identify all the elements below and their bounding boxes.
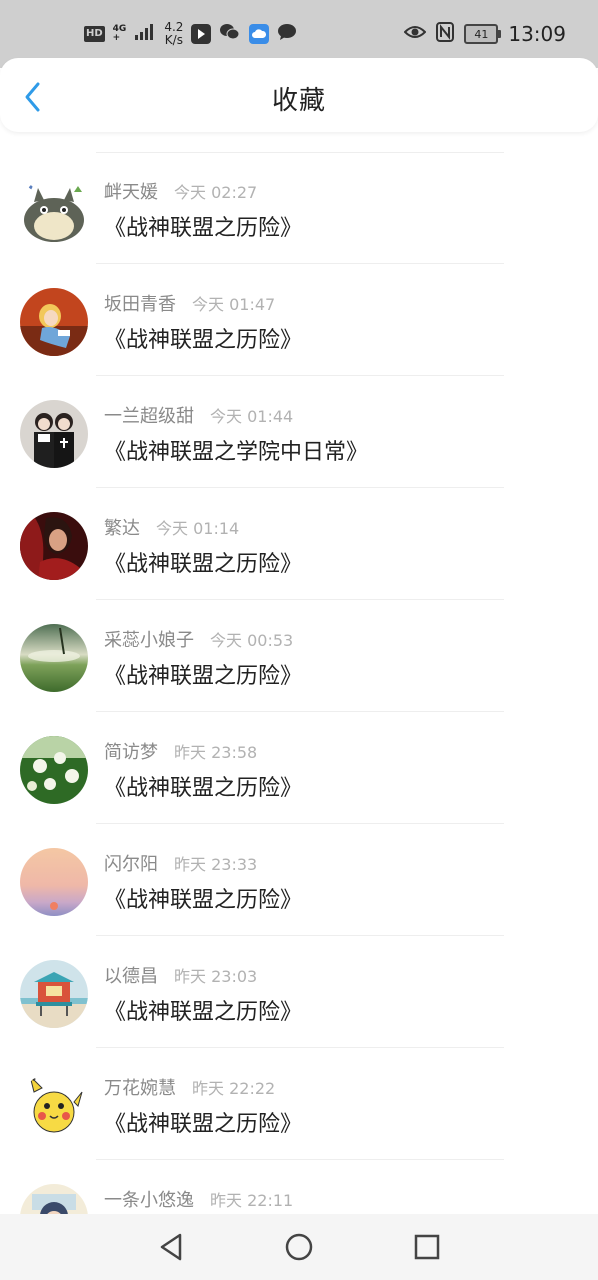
novel-title[interactable]: 《战神联盟之学院中日常》 bbox=[104, 434, 368, 466]
favorite-item[interactable]: 衅天媛 今天 02:27 《战神联盟之历险》 bbox=[0, 152, 598, 264]
timestamp: 今天 01:44 bbox=[210, 407, 294, 426]
battery-icon: 41 bbox=[464, 24, 502, 44]
item-meta: 以德昌 昨天 23:03 bbox=[104, 962, 257, 988]
timestamp: 今天 02:27 bbox=[174, 183, 258, 202]
nav-home-button[interactable] bbox=[283, 1231, 315, 1263]
username[interactable]: 一兰超级甜 bbox=[104, 402, 194, 428]
novel-title[interactable]: 《战神联盟之历险》 bbox=[104, 882, 302, 914]
username[interactable]: 采蕊小娘子 bbox=[104, 626, 194, 652]
status-right: 41 13:09 bbox=[403, 18, 566, 50]
username[interactable]: 一条小悠逸 bbox=[104, 1186, 194, 1212]
flowers-avatar[interactable] bbox=[20, 736, 88, 804]
landscape-avatar[interactable] bbox=[20, 624, 88, 692]
item-meta: 采蕊小娘子 今天 00:53 bbox=[104, 626, 293, 652]
item-meta: 一兰超级甜 今天 01:44 bbox=[104, 402, 293, 428]
sunset-avatar[interactable] bbox=[20, 848, 88, 916]
novel-title[interactable]: 《战神联盟之历险》 bbox=[104, 658, 302, 690]
page-title: 收藏 bbox=[271, 86, 326, 116]
totoro-avatar[interactable] bbox=[20, 176, 88, 244]
clock: 13:09 bbox=[508, 22, 566, 46]
favorite-item[interactable]: 采蕊小娘子 今天 00:53 《战神联盟之历险》 bbox=[0, 600, 598, 712]
novel-title[interactable]: 《战神联盟之历险》 bbox=[104, 210, 302, 242]
home-circle-icon bbox=[285, 1233, 313, 1261]
wechat-icon bbox=[219, 23, 241, 45]
novel-title[interactable]: 《战神联盟之历险》 bbox=[104, 546, 302, 578]
username[interactable]: 闪尔阳 bbox=[104, 850, 158, 876]
favorite-item[interactable]: 简访梦 昨天 23:58 《战神联盟之历险》 bbox=[0, 712, 598, 824]
timestamp: 昨天 23:58 bbox=[174, 743, 258, 762]
item-meta: 闪尔阳 昨天 23:33 bbox=[104, 850, 257, 876]
favorite-item[interactable]: 一条小悠逸 昨天 22:11 bbox=[0, 1160, 598, 1214]
timestamp: 今天 00:53 bbox=[210, 631, 294, 650]
username[interactable]: 衅天媛 bbox=[104, 178, 158, 204]
favorite-item[interactable]: 一兰超级甜 今天 01:44 《战神联盟之学院中日常》 bbox=[0, 376, 598, 488]
item-meta: 衅天媛 今天 02:27 bbox=[104, 178, 257, 204]
favorites-list[interactable]: 衅天媛 今天 02:27 《战神联盟之历险》 坂田青香 今天 01:47 《战神… bbox=[0, 152, 598, 1214]
signal-icon bbox=[134, 23, 156, 45]
system-nav-bar bbox=[0, 1214, 598, 1280]
beach-hut-avatar[interactable] bbox=[20, 960, 88, 1028]
pikachu-avatar[interactable] bbox=[20, 1072, 88, 1140]
item-meta: 一条小悠逸 昨天 22:11 bbox=[104, 1186, 293, 1212]
nfc-icon bbox=[436, 22, 455, 46]
favorite-item[interactable]: 以德昌 昨天 23:03 《战神联盟之历险》 bbox=[0, 936, 598, 1048]
username[interactable]: 坂田青香 bbox=[104, 290, 176, 316]
timestamp: 昨天 22:22 bbox=[192, 1079, 276, 1098]
novel-title[interactable]: 《战神联盟之历险》 bbox=[104, 322, 302, 354]
novel-title[interactable]: 《战神联盟之历险》 bbox=[104, 994, 302, 1026]
item-meta: 繁达 今天 01:14 bbox=[104, 514, 239, 540]
cloud-icon bbox=[249, 24, 270, 44]
alice-avatar[interactable] bbox=[20, 288, 88, 356]
network-speed: 4.2 K/s bbox=[164, 20, 184, 47]
timestamp: 昨天 22:11 bbox=[210, 1191, 294, 1210]
anime-avatar[interactable] bbox=[20, 1184, 88, 1214]
novel-title[interactable]: 《战神联盟之历险》 bbox=[104, 770, 302, 802]
favorite-item[interactable]: 坂田青香 今天 01:47 《战神联盟之历险》 bbox=[0, 264, 598, 376]
item-meta: 万花婉慧 昨天 22:22 bbox=[104, 1074, 275, 1100]
status-left: HD 4G + 4.2 K/s bbox=[84, 18, 297, 50]
app-header: 收藏 bbox=[0, 58, 598, 132]
username[interactable]: 万花婉慧 bbox=[104, 1074, 176, 1100]
network-type: 4G + bbox=[112, 24, 127, 43]
favorite-item[interactable]: 闪尔阳 昨天 23:33 《战神联盟之历险》 bbox=[0, 824, 598, 936]
timestamp: 昨天 23:03 bbox=[174, 967, 258, 986]
hd-indicator: HD bbox=[84, 26, 105, 42]
username[interactable]: 以德昌 bbox=[104, 962, 158, 988]
app-icon bbox=[191, 24, 212, 44]
red-character-avatar[interactable] bbox=[20, 512, 88, 580]
eye-icon bbox=[403, 24, 427, 44]
favorite-item[interactable]: 繁达 今天 01:14 《战神联盟之历险》 bbox=[0, 488, 598, 600]
back-triangle-icon bbox=[160, 1233, 182, 1261]
couple-avatar[interactable] bbox=[20, 400, 88, 468]
recents-square-icon bbox=[414, 1234, 440, 1260]
timestamp: 今天 01:14 bbox=[156, 519, 240, 538]
timestamp: 今天 01:47 bbox=[192, 295, 276, 314]
favorite-item[interactable]: 万花婉慧 昨天 22:22 《战神联盟之历险》 bbox=[0, 1048, 598, 1160]
chat-icon bbox=[277, 23, 297, 45]
item-meta: 简访梦 昨天 23:58 bbox=[104, 738, 257, 764]
nav-back-button[interactable] bbox=[155, 1231, 187, 1263]
novel-title[interactable]: 《战神联盟之历险》 bbox=[104, 1106, 302, 1138]
username[interactable]: 简访梦 bbox=[104, 738, 158, 764]
timestamp: 昨天 23:33 bbox=[174, 855, 258, 874]
username[interactable]: 繁达 bbox=[104, 514, 140, 540]
item-meta: 坂田青香 今天 01:47 bbox=[104, 290, 275, 316]
nav-recents-button[interactable] bbox=[411, 1231, 443, 1263]
